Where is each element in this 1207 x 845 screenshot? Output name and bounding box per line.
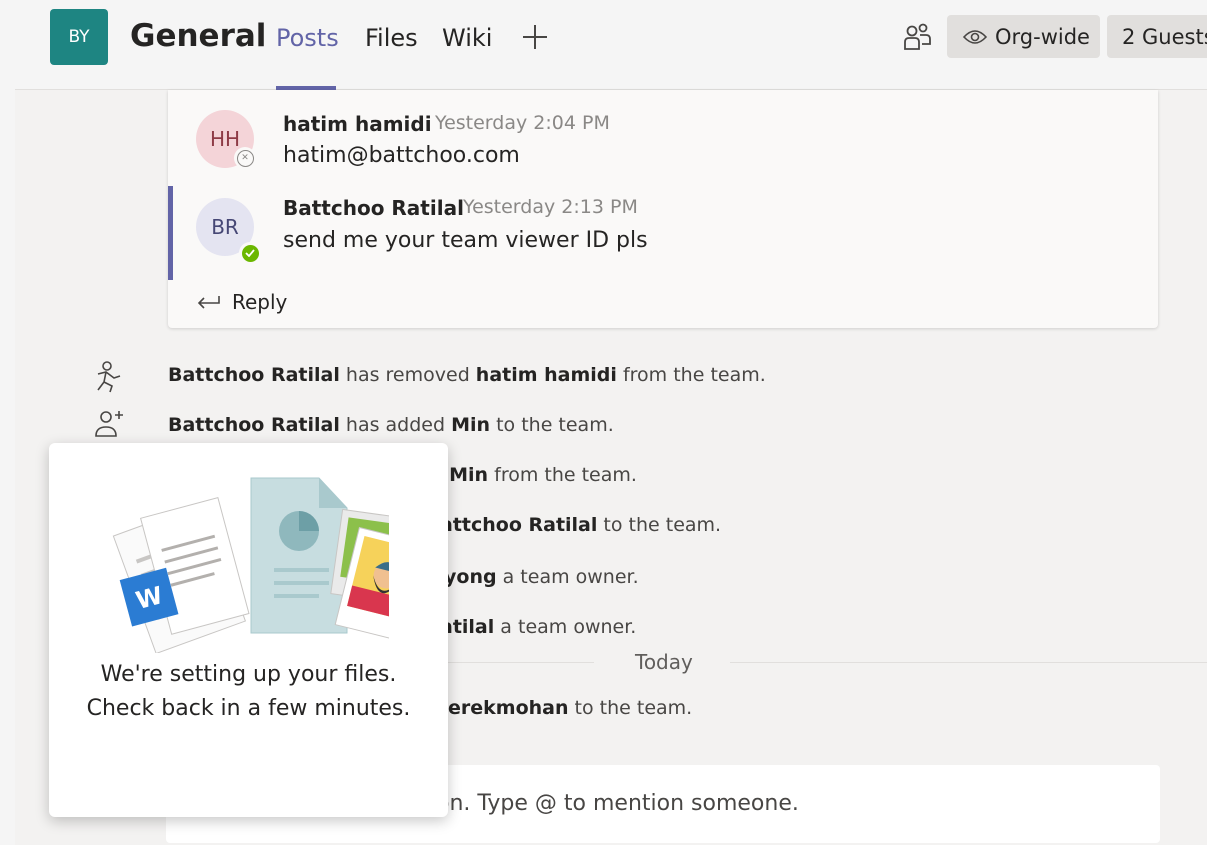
activity-suffix: to the team. (568, 697, 693, 719)
activity-suffix: from the team. (616, 364, 766, 386)
add-member-icon (95, 411, 123, 437)
activity-item: l Min from the team. (436, 464, 637, 486)
activity-item: attchoo Ratilal to the team. (440, 514, 721, 536)
files-illustration-icon: W (112, 477, 389, 653)
people-icon[interactable] (902, 22, 932, 54)
message-timestamp: Yesterday 2:13 PM (463, 196, 638, 218)
activity-item: atilal a team owner. (440, 616, 636, 638)
channel-header: BY General Posts Files Wiki Org-wide 2 G… (15, 0, 1207, 90)
activity-verb: has added (339, 414, 452, 436)
activity-target[interactable]: hatim hamidi (476, 364, 617, 386)
tab-wiki[interactable]: Wiki (442, 24, 492, 52)
activity-prefix[interactable]: attchoo Ratilal (440, 514, 597, 536)
activity-target[interactable]: Min (449, 464, 488, 486)
activity-suffix: from the team. (488, 464, 637, 486)
org-wide-button[interactable]: Org-wide (947, 15, 1100, 58)
date-divider-label: Today (635, 650, 693, 674)
presence-available-icon (239, 242, 261, 264)
channel-title: General (130, 18, 267, 54)
message-author[interactable]: Battchoo Ratilal (283, 196, 464, 220)
guests-label: 2 Guests (1122, 24, 1207, 49)
popup-message-line1: We're setting up your files. (100, 662, 397, 687)
message-item[interactable]: BR Battchoo Ratilal Yesterday 2:13 PM se… (168, 186, 1158, 280)
popup-message-line2: Check back in a few minutes. (86, 696, 411, 721)
activity-prefix[interactable]: atilal (440, 616, 494, 638)
activity-item: Battchoo Ratilal has removed hatim hamid… (168, 364, 766, 386)
activity-item: Battchoo Ratilal has added Min to the te… (168, 414, 614, 436)
message-timestamp: Yesterday 2:04 PM (435, 112, 610, 134)
activity-suffix: to the team. (597, 514, 722, 536)
plus-icon[interactable] (520, 22, 550, 52)
reply-button[interactable]: Reply (196, 290, 287, 314)
message-body: hatim@battchoo.com (283, 143, 520, 168)
eye-icon (963, 29, 987, 44)
message-item[interactable]: HH ✕ hatim hamidi Yesterday 2:04 PM hati… (168, 100, 1158, 186)
guests-button[interactable]: 2 Guests (1107, 15, 1207, 58)
reply-arrow-icon (197, 296, 220, 309)
reply-label: Reply (232, 290, 288, 314)
activity-actor[interactable]: Battchoo Ratilal (168, 414, 340, 436)
files-setup-popup: W We're setting up your files. Check bac… (49, 443, 448, 817)
date-divider-line (730, 662, 1207, 663)
activity-item: erekmohan to the team. (448, 697, 692, 719)
date-divider-line (448, 662, 594, 663)
message-author[interactable]: hatim hamidi (283, 112, 432, 136)
activity-prefix[interactable]: yong (444, 566, 497, 588)
presence-offline-icon: ✕ (234, 147, 256, 169)
activity-prefix[interactable]: erekmohan (448, 697, 569, 719)
activity-item: yong a team owner. (444, 566, 639, 588)
activity-verb: has removed (339, 364, 476, 386)
member-left-icon (97, 361, 121, 393)
activity-suffix: a team owner. (494, 616, 637, 638)
org-wide-label: Org-wide (995, 24, 1090, 49)
message-thread: HH ✕ hatim hamidi Yesterday 2:04 PM hati… (168, 90, 1158, 328)
tab-files[interactable]: Files (365, 24, 418, 52)
activity-target[interactable]: Min (451, 414, 490, 436)
activity-suffix: to the team. (490, 414, 614, 436)
tab-posts[interactable]: Posts (276, 24, 339, 52)
activity-suffix: a team owner. (496, 566, 639, 588)
message-body: send me your team viewer ID pls (283, 228, 648, 253)
activity-actor[interactable]: Battchoo Ratilal (168, 364, 340, 386)
team-avatar[interactable]: BY (50, 9, 108, 65)
